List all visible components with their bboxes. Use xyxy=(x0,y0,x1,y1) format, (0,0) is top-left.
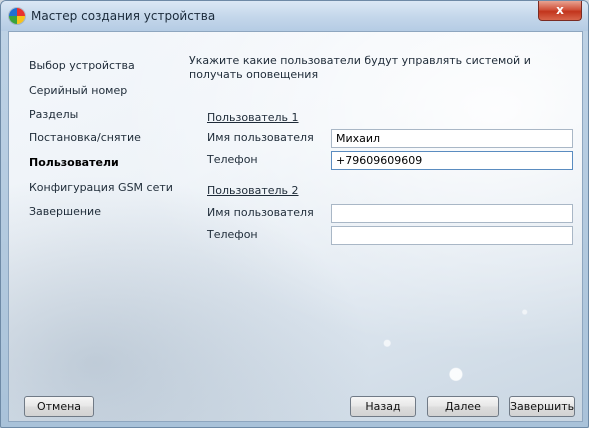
cancel-button[interactable]: Отмена xyxy=(24,396,94,417)
user-1-phone-input[interactable] xyxy=(331,151,573,170)
user-2-name-label: Имя пользователя xyxy=(207,206,314,219)
next-button[interactable]: Далее xyxy=(427,396,499,417)
sidebar-item-device-select[interactable]: Выбор устройства xyxy=(29,59,135,72)
title-bar[interactable]: Мастер создания устройства x xyxy=(1,1,588,31)
sidebar-item-gsm-config[interactable]: Конфигурация GSM сети xyxy=(29,181,173,194)
wizard-content: Выбор устройства Серийный номер Разделы … xyxy=(8,31,583,422)
user-1-name-input[interactable] xyxy=(331,129,573,148)
finish-button[interactable]: Завершить xyxy=(509,396,575,417)
user-1-heading: Пользователь 1 xyxy=(207,111,299,124)
instruction-text: Укажите какие пользователи будут управля… xyxy=(189,54,531,81)
user-2-name-input[interactable] xyxy=(331,204,573,223)
close-button[interactable]: x xyxy=(538,1,582,21)
user-2-phone-input[interactable] xyxy=(331,226,573,245)
sidebar-item-users[interactable]: Пользователи xyxy=(29,156,119,169)
user-2-phone-label: Телефон xyxy=(207,228,258,241)
app-logo-icon xyxy=(9,8,25,24)
sidebar-item-serial-number[interactable]: Серийный номер xyxy=(29,84,127,97)
back-button[interactable]: Назад xyxy=(350,396,416,417)
window-title: Мастер создания устройства xyxy=(31,9,216,23)
user-2-heading: Пользователь 2 xyxy=(207,184,299,197)
wizard-window: Мастер создания устройства x Выбор устро… xyxy=(0,0,589,428)
user-1-name-label: Имя пользователя xyxy=(207,131,314,144)
sidebar-item-arming[interactable]: Постановка/снятие xyxy=(29,131,141,144)
sidebar-item-partitions[interactable]: Разделы xyxy=(29,108,78,121)
user-1-phone-label: Телефон xyxy=(207,153,258,166)
sidebar-item-finish[interactable]: Завершение xyxy=(29,205,101,218)
